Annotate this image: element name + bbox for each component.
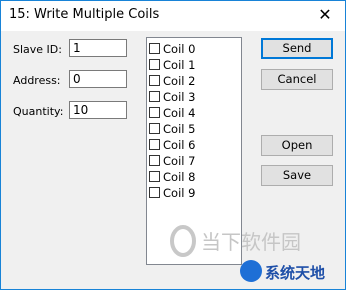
coil-label: Coil 3 [163,89,196,104]
coil-label: Coil 8 [163,169,196,184]
coil-item[interactable]: Coil 0 [149,41,195,56]
watermark-text: 当下软件园 [201,230,301,254]
slave-id-label: Slave ID: [13,43,62,56]
coil-item[interactable]: Coil 4 [149,105,195,120]
watermark-logo-icon: 当下软件园 系统天地 [170,225,325,282]
save-button[interactable]: Save [261,165,333,186]
watermark-brand-text: 系统天地 [265,264,325,282]
send-button[interactable]: Send [261,38,333,59]
window-title: 15: Write Multiple Coils [9,7,160,22]
checkbox-icon[interactable] [149,91,160,102]
coil-label: Coil 0 [163,41,196,56]
close-icon[interactable]: ✕ [315,5,335,24]
coil-label: Coil 9 [163,185,196,200]
coil-label: Coil 5 [163,121,196,136]
coil-item[interactable]: Coil 2 [149,73,195,88]
quantity-input[interactable]: 10 [69,101,127,119]
coil-item[interactable]: Coil 9 [149,185,195,200]
checkbox-icon[interactable] [149,43,160,54]
address-label: Address: [13,74,61,87]
checkbox-icon[interactable] [149,171,160,182]
coil-label: Coil 1 [163,57,196,72]
checkbox-icon[interactable] [149,75,160,86]
quantity-label: Quantity: [13,105,64,118]
dialog-window: 15: Write Multiple Coils ✕ Slave ID: 1 A… [0,0,346,290]
checkbox-icon[interactable] [149,187,160,198]
coil-item[interactable]: Coil 8 [149,169,195,184]
coil-item[interactable]: Coil 1 [149,57,195,72]
checkbox-icon[interactable] [149,107,160,118]
title-bar[interactable]: 15: Write Multiple Coils ✕ [1,1,345,31]
slave-id-input[interactable]: 1 [69,39,127,57]
address-input[interactable]: 0 [69,70,127,88]
coil-item[interactable]: Coil 3 [149,89,195,104]
cancel-button[interactable]: Cancel [261,69,333,90]
coil-item[interactable]: Coil 6 [149,137,195,152]
open-button[interactable]: Open [261,135,333,156]
checkbox-icon[interactable] [149,59,160,70]
coil-label: Coil 6 [163,137,196,152]
coil-item[interactable]: Coil 5 [149,121,195,136]
coil-item[interactable]: Coil 7 [149,153,195,168]
coil-label: Coil 2 [163,73,196,88]
checkbox-icon[interactable] [149,155,160,166]
watermark: 当下软件园 系统天地 [161,221,337,285]
checkbox-icon[interactable] [149,139,160,150]
coil-label: Coil 7 [163,153,196,168]
checkbox-icon[interactable] [149,123,160,134]
coil-label: Coil 4 [163,105,196,120]
